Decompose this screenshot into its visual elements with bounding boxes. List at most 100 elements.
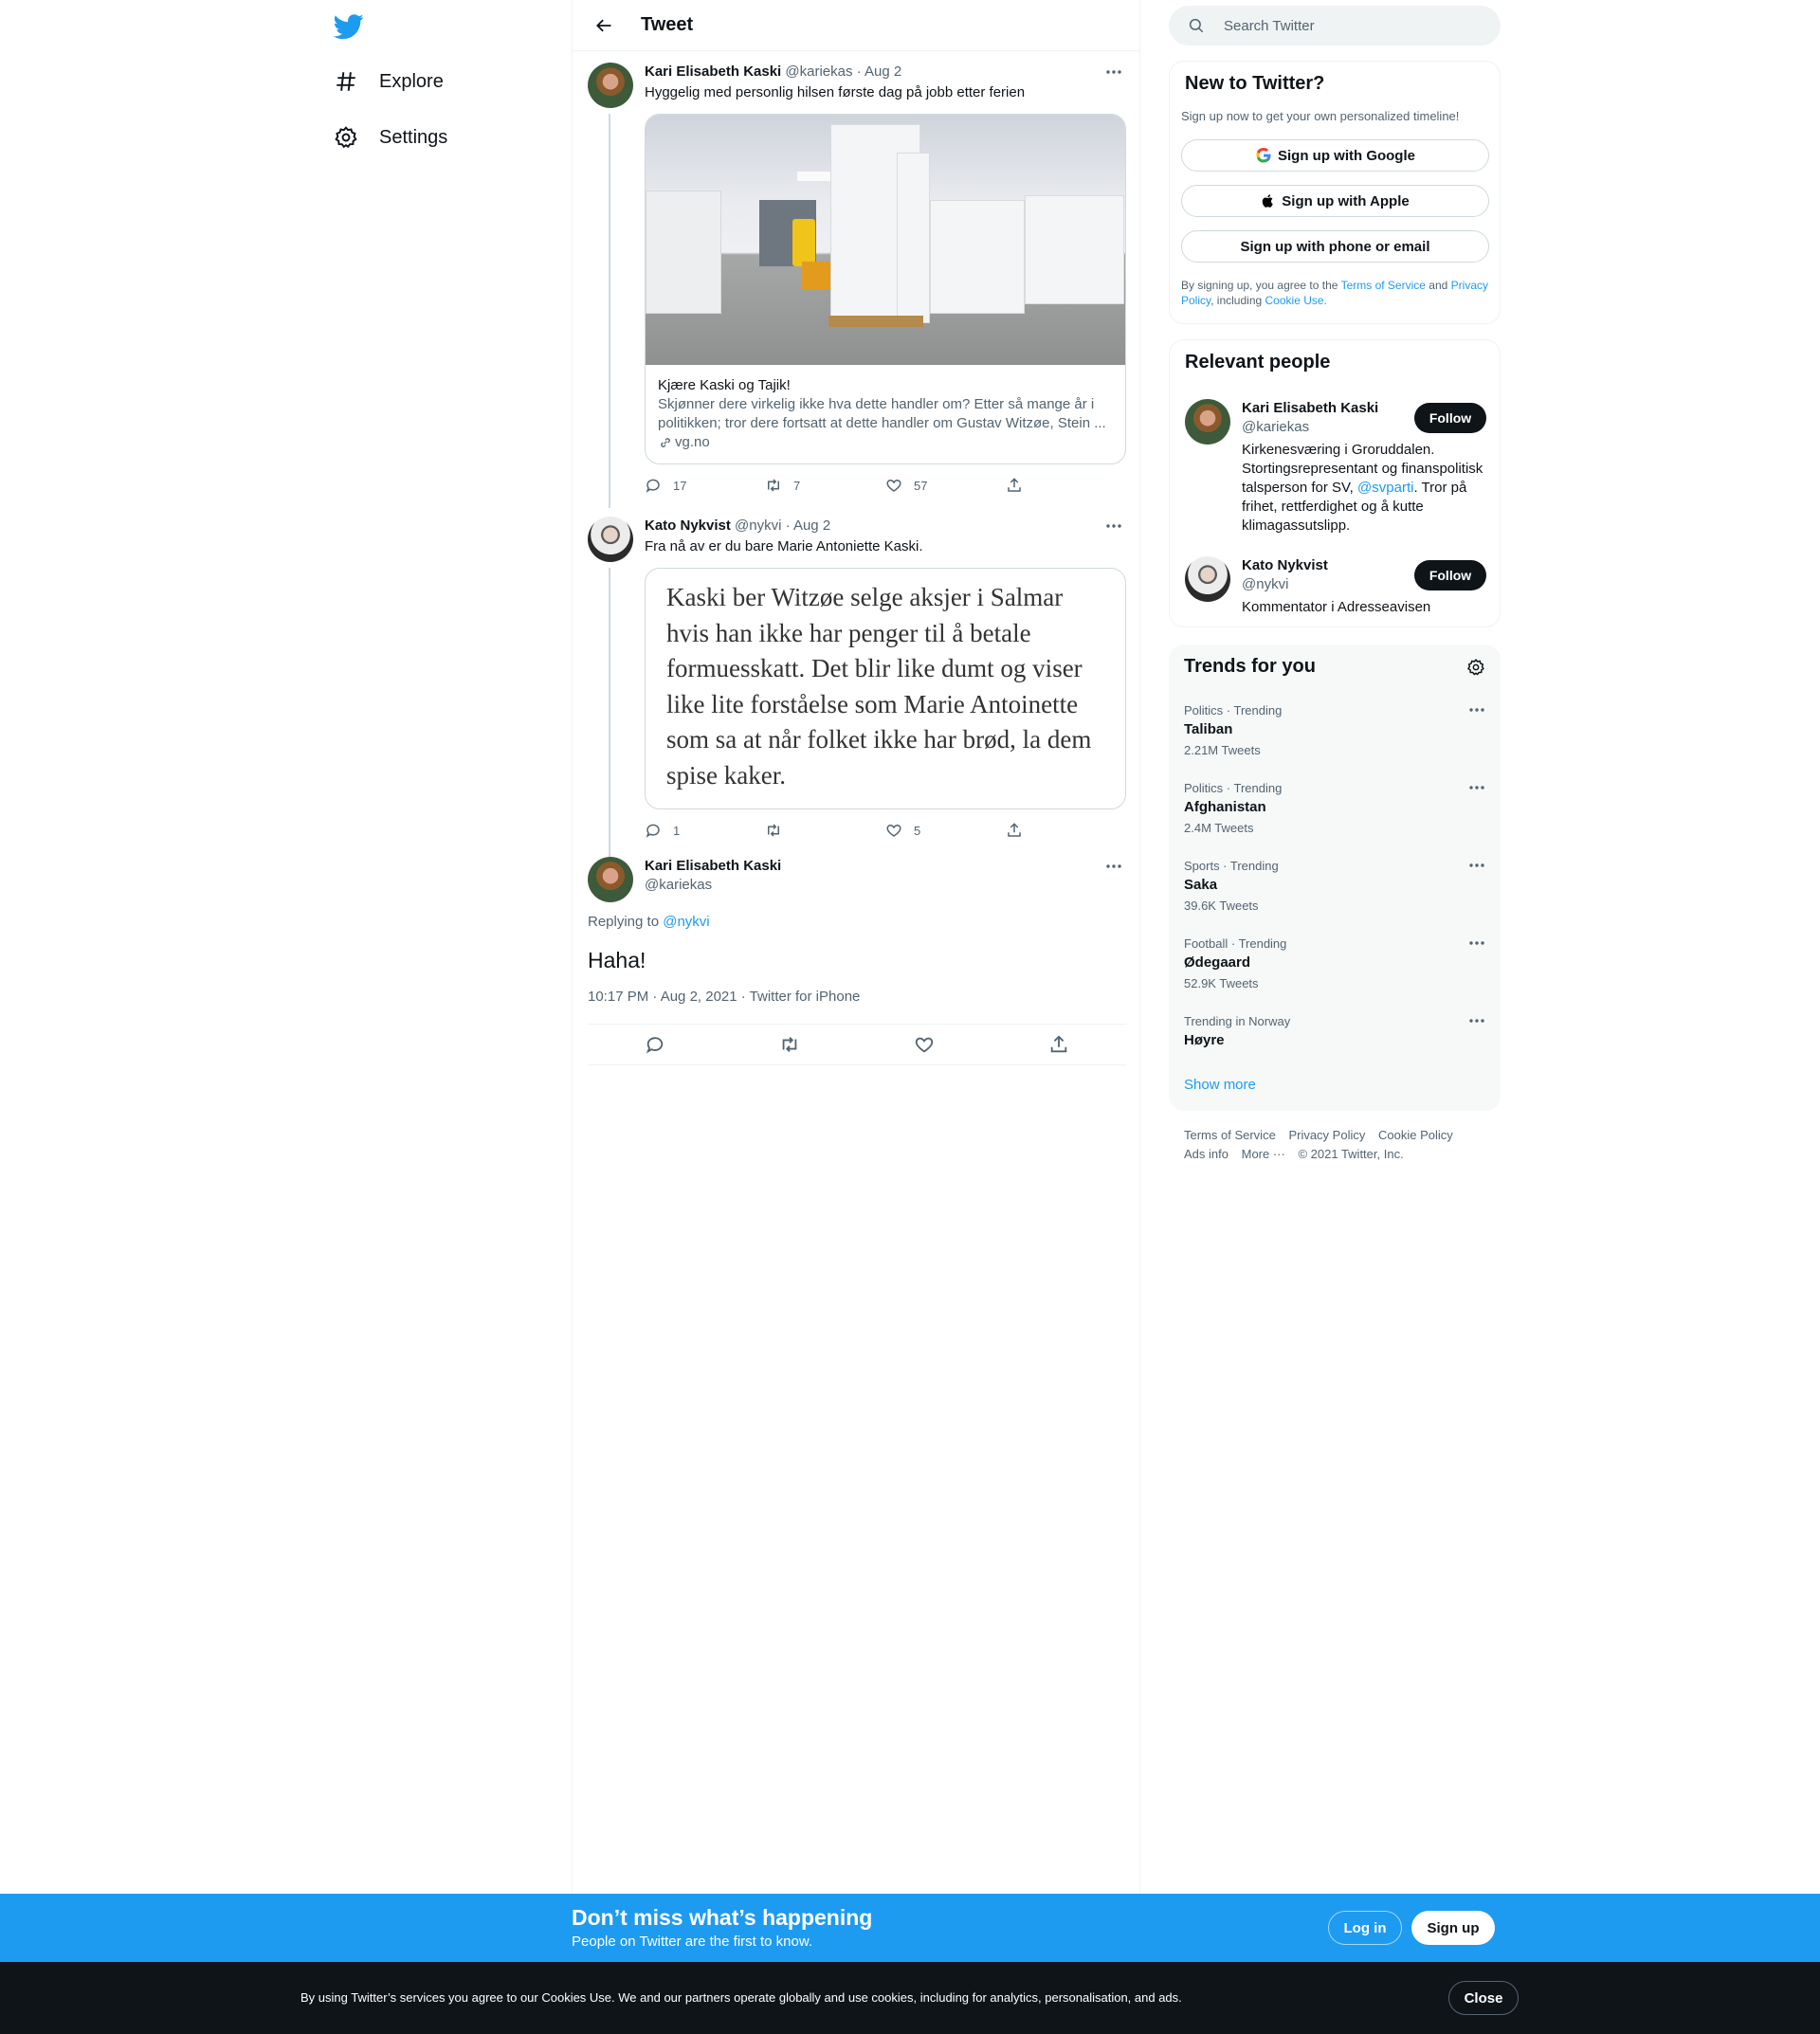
tweet-user-line: Kari Elisabeth Kaski @kariekas · Aug 2 — [645, 63, 1126, 82]
main-header: Tweet — [573, 0, 1139, 51]
trend-item[interactable]: Sports · Trending Saka 39.6K Tweets — [1184, 859, 1485, 914]
trend-item[interactable]: Politics · Trending Afghanistan 2.4M Twe… — [1184, 781, 1485, 836]
person-info: Kato Nykvist @nykvi — [1242, 556, 1408, 594]
thread-line — [609, 568, 610, 898]
replying-prefix: Replying to — [588, 914, 660, 930]
tweet-author-name[interactable]: Kari Elisabeth Kaski — [645, 64, 781, 80]
cookie-close-button[interactable]: Close — [1448, 1981, 1519, 2015]
link-card[interactable]: Kjære Kaski og Tajik! Skjønner dere virk… — [645, 114, 1126, 464]
tweet-2[interactable]: Kato Nykvist @nykvi · Aug 2 Fra nå av er… — [588, 517, 1126, 898]
person-info: Kari Elisabeth Kaski @kariekas — [1242, 399, 1408, 437]
tweet-author-name[interactable]: Kato Nykvist — [645, 518, 731, 534]
replying-to-link[interactable]: @nykvi — [663, 914, 709, 930]
trend-name: Høyre — [1184, 1032, 1225, 1048]
more-options-button[interactable] — [1101, 857, 1126, 876]
trend-item[interactable]: Politics · Trending Taliban 2.21M Tweets — [1184, 703, 1485, 758]
gear-icon[interactable] — [1466, 658, 1485, 677]
person-name[interactable]: Kari Elisabeth Kaski — [1242, 399, 1408, 418]
attached-image-text[interactable]: Kaski ber Witzøe selge aksjer i Salmar h… — [645, 568, 1126, 809]
search-icon — [1189, 18, 1204, 33]
more-dots-icon[interactable] — [1468, 707, 1485, 713]
cookie-text: By using Twitter’s services you agree to… — [300, 1990, 1182, 2005]
more-options-button[interactable] — [1101, 517, 1126, 536]
avatar[interactable] — [588, 63, 633, 108]
share-button[interactable] — [1006, 822, 1126, 839]
arrow-left-icon — [596, 19, 611, 31]
heart-icon — [886, 479, 901, 492]
tweet-author-handle[interactable]: @kariekas — [785, 64, 852, 80]
footer-privacy-link[interactable]: Privacy Policy — [1288, 1128, 1365, 1142]
more-dots-icon[interactable] — [1468, 1018, 1485, 1024]
signup-phone-label: Sign up with phone or email — [1240, 238, 1430, 255]
signup-apple-button[interactable]: Sign up with Apple — [1181, 185, 1489, 217]
tweet-author-handle[interactable]: @nykvi — [735, 518, 781, 534]
follow-button[interactable]: Follow — [1414, 403, 1486, 433]
share-button[interactable] — [1006, 477, 1126, 494]
signup-button[interactable]: Sign up — [1411, 1911, 1495, 1945]
share-icon[interactable] — [1048, 1034, 1069, 1055]
tweet-date[interactable]: · Aug 2 — [786, 518, 831, 534]
reply-icon — [646, 479, 660, 493]
reply-icon[interactable] — [645, 1034, 665, 1055]
trend-count: 2.21M Tweets — [1184, 743, 1261, 757]
more-dots-icon[interactable] — [1468, 863, 1485, 868]
more-dots-icon[interactable] — [1468, 785, 1485, 790]
more-dots-icon — [1106, 70, 1121, 74]
footer-ads-link[interactable]: Ads info — [1184, 1147, 1228, 1161]
focused-tweet: Kari Elisabeth Kaski @kariekas Replying … — [588, 857, 1126, 1018]
person-handle[interactable]: @kariekas — [1242, 418, 1408, 437]
link-card-domain-row: vg.no — [658, 433, 1113, 452]
new-to-twitter-panel: New to Twitter? Sign up now to get your … — [1169, 61, 1501, 324]
heart-icon[interactable] — [914, 1034, 935, 1055]
back-button[interactable] — [588, 9, 620, 42]
avatar[interactable] — [1185, 399, 1230, 445]
tweet-1[interactable]: Kari Elisabeth Kaski @kariekas · Aug 2 H… — [588, 63, 1126, 508]
signup-phone-button[interactable]: Sign up with phone or email — [1181, 230, 1489, 263]
twitter-logo-icon[interactable] — [334, 11, 364, 42]
login-button[interactable]: Log in — [1328, 1911, 1402, 1945]
reply-button[interactable]: 17 — [645, 477, 765, 494]
thread-line — [609, 114, 610, 508]
more-dots-icon[interactable] — [1468, 940, 1485, 946]
person-name[interactable]: Kato Nykvist — [1242, 556, 1408, 575]
nav-settings[interactable]: Settings — [334, 118, 447, 156]
person-handle[interactable]: @nykvi — [1242, 575, 1408, 594]
link-card-description: Skjønner dere virkelig ikke hva dette ha… — [658, 396, 1106, 431]
like-button[interactable]: 57 — [885, 477, 1006, 494]
trend-item[interactable]: Trending in Norway Høyre — [1184, 1014, 1485, 1050]
tweet-date[interactable]: · Aug 2 — [857, 64, 902, 80]
terms-link[interactable]: Terms of Service — [1341, 279, 1426, 292]
follow-button[interactable]: Follow — [1414, 560, 1486, 590]
retweet-button[interactable] — [765, 822, 885, 839]
avatar[interactable] — [1185, 556, 1230, 602]
reply-count: 1 — [673, 823, 681, 838]
footer-links: Terms of Service Privacy Policy Cookie P… — [1184, 1126, 1463, 1164]
bio-mention-link[interactable]: @svparti — [1357, 480, 1413, 496]
trend-item[interactable]: Football · Trending Ødegaard 52.9K Tweet… — [1184, 936, 1485, 991]
avatar[interactable] — [588, 517, 633, 562]
signup-google-label: Sign up with Google — [1278, 147, 1415, 164]
footer-terms-link[interactable]: Terms of Service — [1184, 1128, 1276, 1142]
tweet-author-handle[interactable]: @kariekas — [645, 876, 781, 895]
tweet-meta[interactable]: 10:17 PM · Aug 2, 2021 · Twitter for iPh… — [588, 989, 860, 1005]
footer-cookie-link[interactable]: Cookie Policy — [1378, 1128, 1453, 1142]
signup-legal: By signing up, you agree to the Terms of… — [1181, 278, 1489, 308]
nav-explore[interactable]: Explore — [334, 63, 444, 100]
tweet-author-name[interactable]: Kari Elisabeth Kaski — [645, 857, 781, 876]
cookie-use-link[interactable]: Cookie Use. — [1265, 294, 1327, 307]
retweet-icon[interactable] — [779, 1034, 800, 1055]
retweet-icon — [768, 479, 779, 492]
retweet-button[interactable]: 7 — [765, 477, 885, 494]
avatar[interactable] — [588, 857, 633, 902]
reply-button[interactable]: 1 — [645, 822, 765, 839]
search-input[interactable]: Search Twitter — [1224, 18, 1315, 34]
show-more-link[interactable]: Show more — [1184, 1077, 1256, 1093]
search-box[interactable]: Search Twitter — [1169, 6, 1501, 45]
reply-icon — [646, 824, 660, 838]
footer-more-link[interactable]: More ··· — [1242, 1147, 1285, 1161]
signup-google-button[interactable]: Sign up with Google — [1181, 139, 1489, 172]
more-options-button[interactable] — [1101, 63, 1126, 82]
panel-subtitle: Sign up now to get your own personalized… — [1181, 109, 1460, 123]
like-button[interactable]: 5 — [885, 822, 1006, 839]
retweet-icon — [768, 824, 779, 837]
